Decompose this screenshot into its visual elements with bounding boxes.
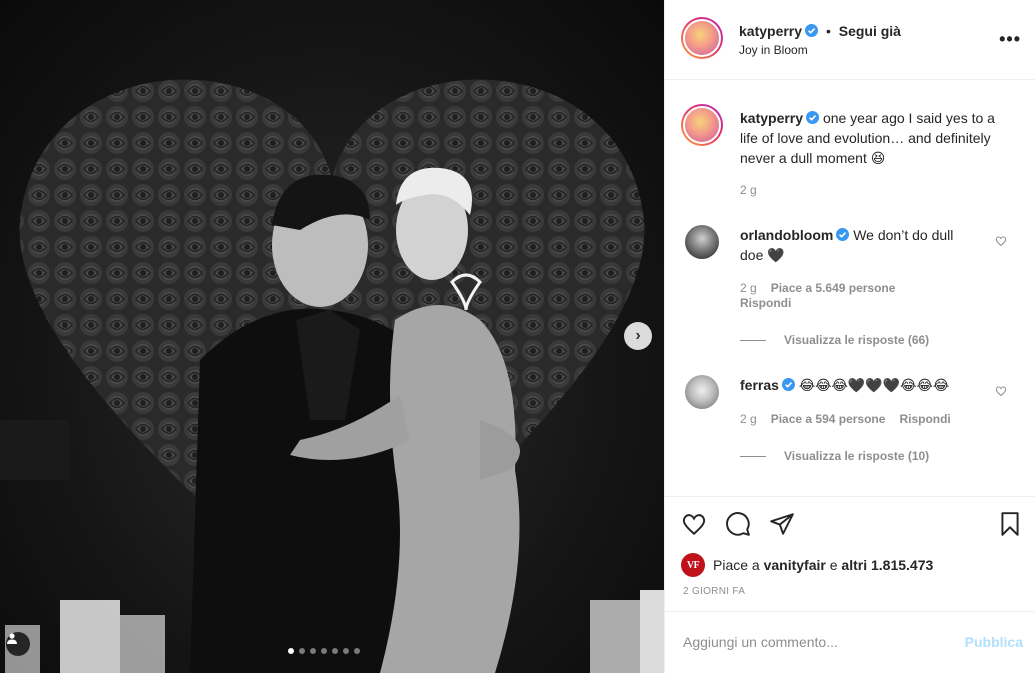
post-actions: VF Piace a vanityfair e altri 1.815.473 …	[665, 496, 1035, 611]
comment-timestamp[interactable]: 2 g	[740, 281, 757, 295]
avatar[interactable]	[685, 225, 719, 259]
liked-by-user[interactable]: vanityfair	[764, 557, 826, 573]
avatar[interactable]	[681, 104, 723, 146]
header-username[interactable]: katyperry	[739, 23, 802, 39]
comment-meta: 2 g Piace a 5.649 persone	[740, 281, 909, 295]
comment-text: 😂😂😂🖤🖤🖤😂😂😂	[798, 377, 950, 393]
heart-icon[interactable]	[995, 235, 1007, 247]
comment-username[interactable]: orlandobloom	[740, 227, 833, 243]
likes-prefix: Piace a	[713, 557, 760, 573]
post-header: katyperry • Segui già Joy in Bloom •••	[665, 0, 1035, 80]
tagged-users-button[interactable]	[6, 632, 30, 656]
caption: katyperry one year ago I said yes to a l…	[740, 108, 1010, 168]
couple-photo-illustration	[0, 79, 664, 673]
verified-badge-icon	[836, 228, 850, 241]
carousel-dot	[299, 648, 305, 654]
heart-icon[interactable]	[681, 511, 707, 537]
caption-username[interactable]: katyperry	[740, 110, 803, 126]
chevron-right-icon: ›	[635, 327, 641, 344]
comment-likes[interactable]: Piace a 5.649 persone	[771, 281, 896, 295]
view-replies-button[interactable]: Visualizza le risposte (66)	[740, 333, 929, 347]
more-horizontal-icon[interactable]: •••	[999, 30, 1021, 48]
separator: •	[825, 23, 831, 39]
comment: ferras 😂😂😂🖤🖤🖤😂😂😂	[740, 375, 980, 395]
verified-badge-icon	[806, 111, 820, 124]
comment-username[interactable]: ferras	[740, 377, 779, 393]
comment-icon[interactable]	[725, 511, 751, 537]
add-comment-bar: Pubblica	[665, 611, 1035, 673]
carousel-dot	[310, 648, 316, 654]
reply-button[interactable]: Rispondi	[899, 412, 950, 426]
carousel-dot	[332, 648, 338, 654]
carousel-dot	[288, 648, 294, 654]
comment-likes[interactable]: Piace a 594 persone	[771, 412, 886, 426]
post-photo[interactable]: ›	[0, 0, 664, 673]
view-replies-label: Visualizza le risposte (66)	[784, 333, 930, 347]
replies-divider	[740, 339, 766, 341]
caption-timestamp[interactable]: 2 g	[740, 183, 757, 197]
share-icon[interactable]	[769, 511, 795, 537]
replies-divider	[740, 455, 766, 457]
avatar[interactable]	[685, 375, 719, 409]
header-user-line: katyperry • Segui già	[739, 23, 901, 39]
view-replies-button[interactable]: Visualizza le risposte (10)	[740, 449, 929, 463]
post-comment-button[interactable]: Pubblica	[965, 634, 1023, 650]
save-button[interactable]	[997, 511, 1023, 537]
comment-timestamp[interactable]: 2 g	[740, 412, 757, 426]
bookmark-icon	[1001, 512, 1019, 536]
carousel-indicator	[288, 648, 360, 654]
carousel-dot	[321, 648, 327, 654]
carousel-dot	[354, 648, 360, 654]
verified-badge-icon	[781, 378, 795, 391]
comment-input[interactable]	[683, 634, 933, 650]
location-link[interactable]: Joy in Bloom	[739, 43, 808, 57]
view-replies-label: Visualizza le risposte (10)	[784, 449, 930, 463]
likes-summary: VF Piace a vanityfair e altri 1.815.473	[681, 553, 933, 577]
action-bar	[681, 511, 795, 537]
liked-by-others[interactable]: altri 1.815.473	[841, 557, 933, 573]
reply-button[interactable]: Rispondi	[740, 296, 791, 310]
comment-meta: 2 g Piace a 594 persone Rispondi	[740, 412, 965, 426]
verified-badge-icon	[805, 24, 819, 37]
avatar[interactable]	[681, 17, 723, 59]
heart-icon[interactable]	[995, 385, 1007, 397]
next-photo-button[interactable]: ›	[624, 322, 652, 350]
post-sidebar: katyperry • Segui già Joy in Bloom ••• k…	[664, 0, 1035, 673]
likes-conjunction: e	[829, 557, 838, 573]
vanityfair-avatar[interactable]: VF	[681, 553, 705, 577]
following-button[interactable]: Segui già	[839, 23, 901, 39]
user-icon	[7, 633, 17, 644]
comment: orlandobloom We don’t do dull doe 🖤	[740, 225, 980, 265]
carousel-dot	[343, 648, 349, 654]
comments-list[interactable]: katyperry one year ago I said yes to a l…	[665, 80, 1035, 496]
post-date[interactable]: 2 GIORNI FA	[683, 586, 745, 597]
